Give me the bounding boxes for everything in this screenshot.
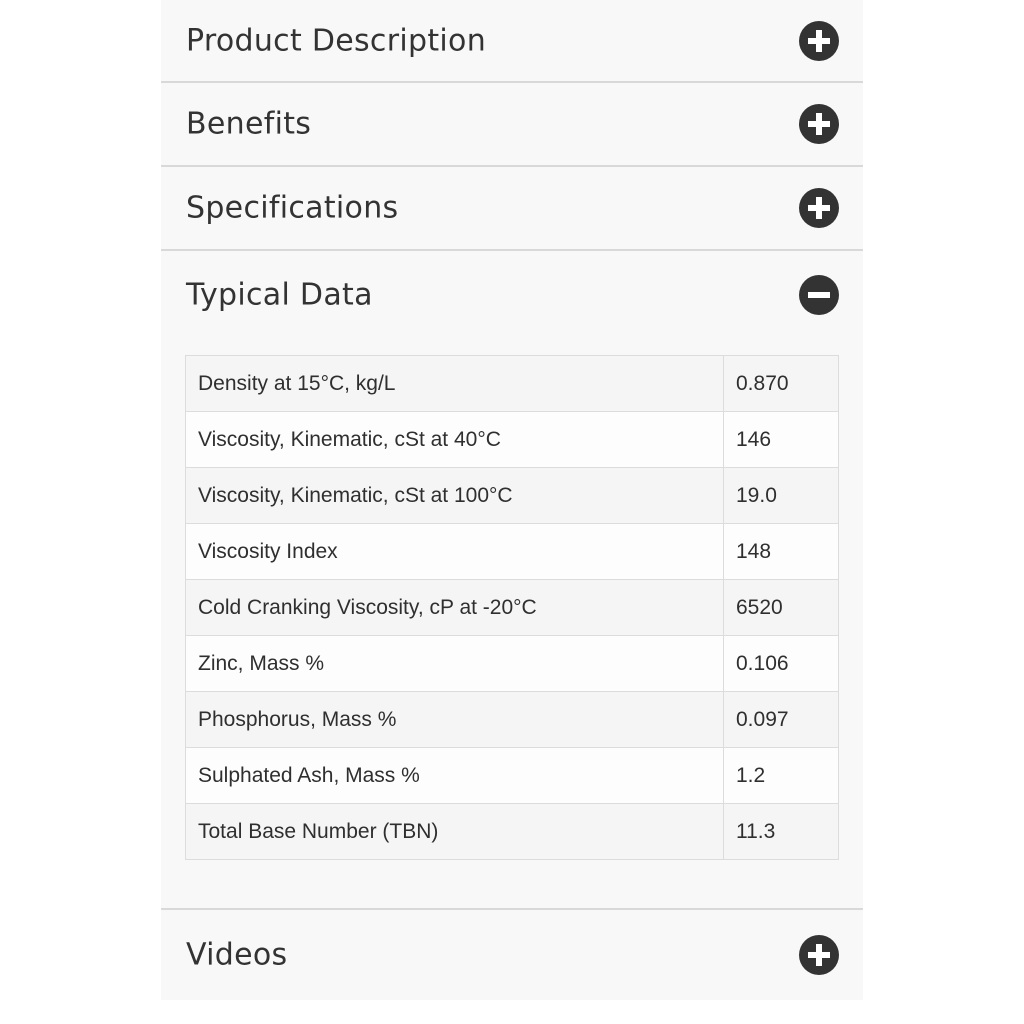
property-cell: Viscosity, Kinematic, cSt at 40°C [185,411,724,468]
property-cell: Phosphorus, Mass % [185,691,724,748]
table-row: Cold Cranking Viscosity, cP at -20°C 652… [185,579,839,636]
value-cell: 19.0 [723,467,839,524]
value-cell: 6520 [723,579,839,636]
property-cell: Cold Cranking Viscosity, cP at -20°C [185,579,724,636]
property-cell: Zinc, Mass % [185,635,724,692]
table-row: Density at 15°C, kg/L 0.870 [185,355,839,412]
table-row: Viscosity, Kinematic, cSt at 100°C 19.0 [185,467,839,524]
value-cell: 0.106 [723,635,839,692]
value-cell: 148 [723,523,839,580]
table-row: Total Base Number (TBN) 11.3 [185,803,839,860]
table-row: Zinc, Mass % 0.106 [185,635,839,692]
property-cell: Total Base Number (TBN) [185,803,724,860]
accordion-header-typical-data[interactable]: Typical Data [161,251,863,339]
value-cell: 0.097 [723,691,839,748]
accordion-header-product-description[interactable]: Product Description [161,0,863,83]
accordion-title: Typical Data [186,277,373,313]
value-cell: 146 [723,411,839,468]
accordion-title: Videos [186,937,288,973]
product-accordion: Product Description Benefits Specificati… [161,0,863,1000]
plus-circle-icon[interactable] [799,188,839,228]
property-cell: Sulphated Ash, Mass % [185,747,724,804]
value-cell: 0.870 [723,355,839,412]
value-cell: 11.3 [723,803,839,860]
table-row: Phosphorus, Mass % 0.097 [185,691,839,748]
page: Product Description Benefits Specificati… [0,0,1024,1024]
table-row: Sulphated Ash, Mass % 1.2 [185,747,839,804]
plus-circle-icon[interactable] [799,20,839,61]
table-row: Viscosity, Kinematic, cSt at 40°C 146 [185,411,839,468]
property-cell: Viscosity, Kinematic, cSt at 100°C [185,467,724,524]
plus-circle-icon[interactable] [799,935,839,975]
accordion-header-benefits[interactable]: Benefits [161,83,863,167]
minus-circle-icon[interactable] [799,275,839,315]
value-cell: 1.2 [723,747,839,804]
property-cell: Density at 15°C, kg/L [185,355,724,412]
plus-circle-icon[interactable] [799,104,839,144]
typical-data-panel: Density at 15°C, kg/L 0.870 Viscosity, K… [161,339,863,910]
accordion-header-videos[interactable]: Videos [161,910,863,1000]
accordion-title: Product Description [186,23,487,58]
accordion-header-specifications[interactable]: Specifications [161,167,863,251]
accordion-title: Benefits [186,106,312,142]
table-row: Viscosity Index 148 [185,523,839,580]
accordion-title: Specifications [186,190,399,226]
typical-data-table: Density at 15°C, kg/L 0.870 Viscosity, K… [185,355,839,860]
property-cell: Viscosity Index [185,523,724,580]
